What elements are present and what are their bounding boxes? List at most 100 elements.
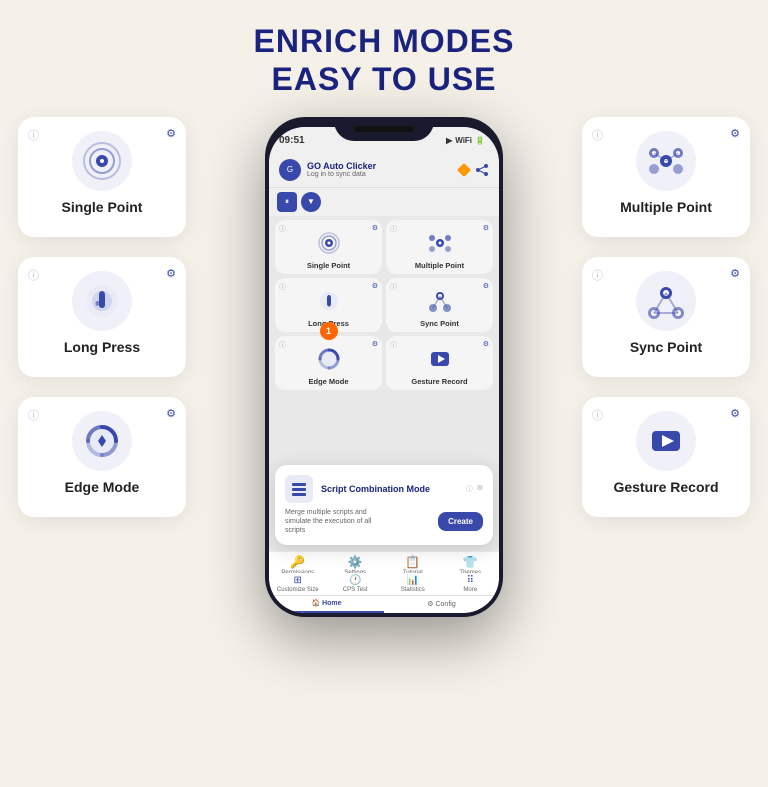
tab-home[interactable]: 🏠 Home	[269, 596, 384, 613]
settings-icon[interactable]: ⚙	[483, 340, 489, 348]
app-header: G GO Auto Clicker Log in to sync data	[269, 155, 499, 188]
gear-icon[interactable]: ⚙	[166, 407, 176, 420]
card-single-point[interactable]: ⓘ ⚙ Single Point	[18, 117, 186, 237]
status-time: 09:51	[279, 135, 305, 146]
sync-point-label: Sync Point	[630, 339, 702, 355]
nav-more[interactable]: ⠿ More	[442, 575, 500, 593]
info-icon: ⓘ	[592, 407, 603, 423]
pause-button[interactable]: ⏸	[277, 192, 297, 212]
info-icon: ⓘ	[466, 484, 473, 494]
info-icon: ⓘ	[390, 340, 397, 350]
gear-icon[interactable]: ⚙	[477, 484, 483, 494]
settings-icon[interactable]: ⚙	[483, 224, 489, 232]
popup-desc: Merge multiple scripts and simulate the …	[285, 508, 385, 535]
gear-icon[interactable]: ⚙	[730, 407, 740, 420]
phone-single-label: Single Point	[281, 261, 376, 270]
settings-icon[interactable]: ⚙	[483, 282, 489, 290]
phone-single-point[interactable]: ⓘ ⚙ Single Point	[275, 220, 382, 274]
bottom-nav-2: ⊞ Customize Size 🕐 CPS Test 📊 Statistics…	[269, 573, 499, 595]
multiple-point-label: Multiple Point	[620, 199, 712, 215]
info-icon: ⓘ	[28, 407, 39, 423]
info-icon: ⓘ	[279, 224, 286, 234]
long-press-label: Long Press	[64, 339, 140, 355]
phone-device: 09:51 ▶ WiFi 🔋 G GO Auto Clicker Log in …	[265, 117, 503, 617]
edge-mode-svg	[80, 419, 124, 463]
phone-gesture-icon	[425, 344, 455, 374]
gear-icon[interactable]: ⚙	[730, 267, 740, 280]
popup-header: Script Combination Mode ⓘ ⚙	[285, 475, 483, 503]
info-icon: ⓘ	[592, 267, 603, 283]
gesture-record-svg	[644, 419, 688, 463]
share-icon	[475, 164, 489, 176]
gear-icon[interactable]: ⚙	[166, 267, 176, 280]
phone-single-point-icon	[314, 228, 344, 258]
status-icons: ▶ WiFi 🔋	[446, 136, 485, 145]
gear-icon[interactable]: ⚙	[730, 127, 740, 140]
mode-grid: ⓘ ⚙ Single Point ⓘ ⚙	[269, 216, 499, 394]
phone-multi-label: Multiple Point	[392, 261, 487, 270]
scroll-down-button[interactable]: ▼	[301, 192, 321, 212]
info-icon: ⓘ	[279, 282, 286, 292]
single-point-svg	[80, 139, 124, 183]
header-text: GO Auto Clicker Log in to sync data	[307, 161, 459, 178]
info-icon: ⓘ	[390, 282, 397, 292]
phone-edge-mode[interactable]: ⓘ ⚙ Edge Mode	[275, 336, 382, 390]
info-icon: ⓘ	[28, 127, 39, 143]
tab-config[interactable]: ⚙ Config	[384, 596, 499, 613]
badge: 1	[320, 322, 338, 340]
phone-gesture-record[interactable]: ⓘ ⚙ Gesture Record	[386, 336, 493, 390]
title-line2: EASY TO USE	[0, 60, 768, 98]
diamond-icon	[457, 163, 471, 177]
phone-multiple-point[interactable]: ⓘ ⚙ Multiple Point	[386, 220, 493, 274]
phone-sync-icon	[425, 286, 455, 316]
phone-screen: 09:51 ▶ WiFi 🔋 G GO Auto Clicker Log in …	[269, 127, 499, 613]
title-line1: ENRICH MODES	[0, 22, 768, 60]
card-sync-point[interactable]: ⓘ ⚙ Sync Point	[582, 257, 750, 377]
multiple-point-svg	[644, 139, 688, 183]
long-press-icon-area	[72, 271, 132, 331]
app-name: GO Auto Clicker	[307, 161, 459, 171]
settings-icon[interactable]: ⚙	[372, 224, 378, 232]
long-press-svg	[80, 279, 124, 323]
info-icon: ⓘ	[592, 127, 603, 143]
phone-multiple-icon	[425, 228, 455, 258]
script-icon	[285, 475, 313, 503]
single-point-icon-area	[72, 131, 132, 191]
sync-point-svg	[644, 279, 688, 323]
nav-cps-test[interactable]: 🕐 CPS Test	[327, 575, 385, 593]
app-sub: Log in to sync data	[307, 171, 459, 178]
header-icons	[459, 164, 489, 176]
settings-icon[interactable]: ⚙	[372, 282, 378, 290]
info-icon: ⓘ	[28, 267, 39, 283]
info-icon: ⓘ	[279, 340, 286, 350]
app-icon: G	[279, 159, 301, 181]
multiple-point-icon-area	[636, 131, 696, 191]
gesture-record-icon-area	[636, 411, 696, 471]
create-button[interactable]: Create	[438, 512, 483, 531]
phone-controls: ⏸ ▼	[269, 188, 499, 216]
popup-body: Merge multiple scripts and simulate the …	[285, 508, 483, 535]
single-point-label: Single Point	[62, 199, 143, 215]
sync-point-icon-area	[636, 271, 696, 331]
phone-sync-point[interactable]: ⓘ ⚙ Sync Point	[386, 278, 493, 332]
card-gesture-record[interactable]: ⓘ ⚙ Gesture Record	[582, 397, 750, 517]
gear-icon[interactable]: ⚙	[166, 127, 176, 140]
phone-sync-label: Sync Point	[392, 319, 487, 328]
card-edge-mode[interactable]: ⓘ ⚙ Edge Mode	[18, 397, 186, 517]
script-combination-popup: Script Combination Mode ⓘ ⚙ Merge multip…	[275, 465, 493, 545]
settings-icon[interactable]: ⚙	[372, 340, 378, 348]
info-icon: ⓘ	[390, 224, 397, 234]
page-title: ENRICH MODES EASY TO USE	[0, 0, 768, 99]
phone-edge-label: Edge Mode	[281, 377, 376, 386]
edge-mode-icon-area	[72, 411, 132, 471]
phone-long-press-icon	[314, 286, 344, 316]
card-multiple-point[interactable]: ⓘ ⚙ Multiple Point	[582, 117, 750, 237]
popup-title: Script Combination Mode	[321, 484, 458, 494]
card-long-press[interactable]: ⓘ ⚙ Long Press	[18, 257, 186, 377]
nav-customize[interactable]: ⊞ Customize Size	[269, 575, 327, 593]
gesture-record-label: Gesture Record	[613, 479, 718, 495]
phone-long-press[interactable]: ⓘ ⚙ Long Press 1	[275, 278, 382, 332]
phone-notch	[334, 117, 434, 141]
nav-statistics[interactable]: 📊 Statistics	[384, 575, 442, 593]
popup-icons: ⓘ ⚙	[466, 484, 483, 494]
